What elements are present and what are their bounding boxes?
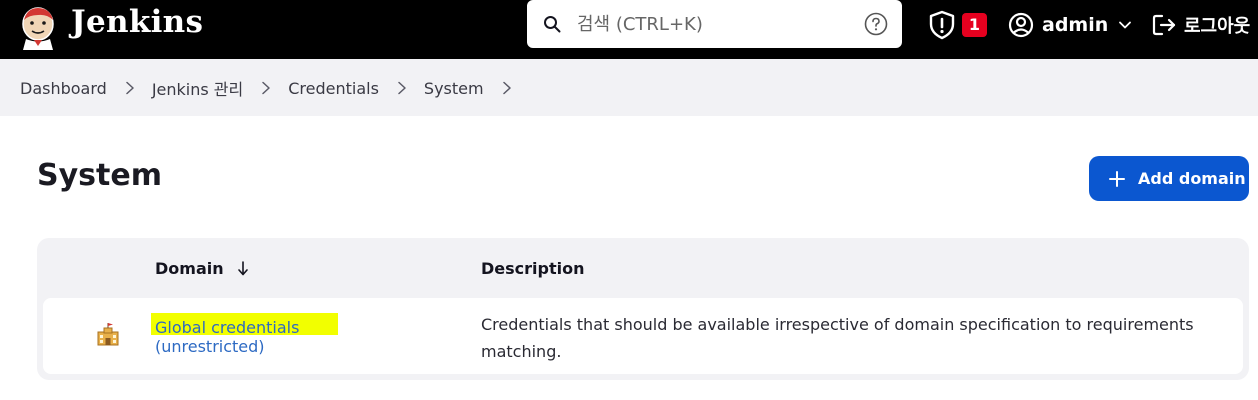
sort-down-arrow-icon[interactable] xyxy=(237,261,249,276)
jenkins-home-link[interactable] xyxy=(17,0,59,51)
credentials-domain-icon xyxy=(97,323,119,346)
breadcrumb-bar: Dashboard Jenkins 관리 Credentials System xyxy=(0,59,1258,116)
breadcrumb-jenkins-manage[interactable]: Jenkins 관리 xyxy=(152,76,243,100)
chevron-right-icon[interactable] xyxy=(125,81,135,95)
brand-name[interactable]: Jenkins xyxy=(71,2,203,42)
logout-icon xyxy=(1152,14,1176,36)
breadcrumb-credentials[interactable]: Credentials xyxy=(288,79,379,98)
logout-button[interactable]: 로그아웃 xyxy=(1151,10,1250,40)
domain-link-global[interactable]: Global credentials xyxy=(155,318,299,338)
search-icon xyxy=(544,16,561,33)
column-header-domain[interactable]: Domain xyxy=(155,259,249,278)
domains-table: Domain Description Global credentials (u… xyxy=(37,238,1249,380)
chevron-right-icon[interactable] xyxy=(397,81,407,95)
plus-icon xyxy=(1109,170,1125,187)
user-menu[interactable]: admin xyxy=(1008,10,1132,40)
security-alert-button[interactable]: 1 xyxy=(928,10,990,40)
add-domain-button[interactable]: Add domain xyxy=(1089,156,1249,201)
shield-alert-icon xyxy=(929,10,955,40)
add-domain-label: Add domain xyxy=(1138,169,1246,188)
search-box[interactable] xyxy=(527,0,902,48)
domain-description: Credentials that should be available irr… xyxy=(481,315,1194,361)
alert-count-badge: 1 xyxy=(962,13,987,37)
chevron-right-icon[interactable] xyxy=(502,81,512,95)
table-row: Global credentials (unrestricted) Creden… xyxy=(43,298,1243,374)
user-name[interactable]: admin xyxy=(1042,14,1108,36)
user-icon xyxy=(1008,12,1034,38)
logout-label[interactable]: 로그아웃 xyxy=(1184,12,1250,38)
domain-scope[interactable]: (unrestricted) xyxy=(155,337,265,357)
chevron-right-icon[interactable] xyxy=(261,81,271,95)
breadcrumb-system[interactable]: System xyxy=(424,79,484,98)
breadcrumb-dashboard[interactable]: Dashboard xyxy=(20,79,107,98)
breadcrumb: Dashboard Jenkins 관리 Credentials System xyxy=(20,77,529,99)
chevron-down-icon[interactable] xyxy=(1118,18,1132,32)
page-title: System xyxy=(37,158,162,193)
top-header: Jenkins 1 admin xyxy=(0,0,1258,59)
column-header-domain-label[interactable]: Domain xyxy=(155,259,224,278)
search-input[interactable] xyxy=(577,9,847,39)
jenkins-logo-icon xyxy=(22,6,54,50)
column-header-description: Description xyxy=(481,259,585,278)
help-icon[interactable] xyxy=(864,12,888,36)
